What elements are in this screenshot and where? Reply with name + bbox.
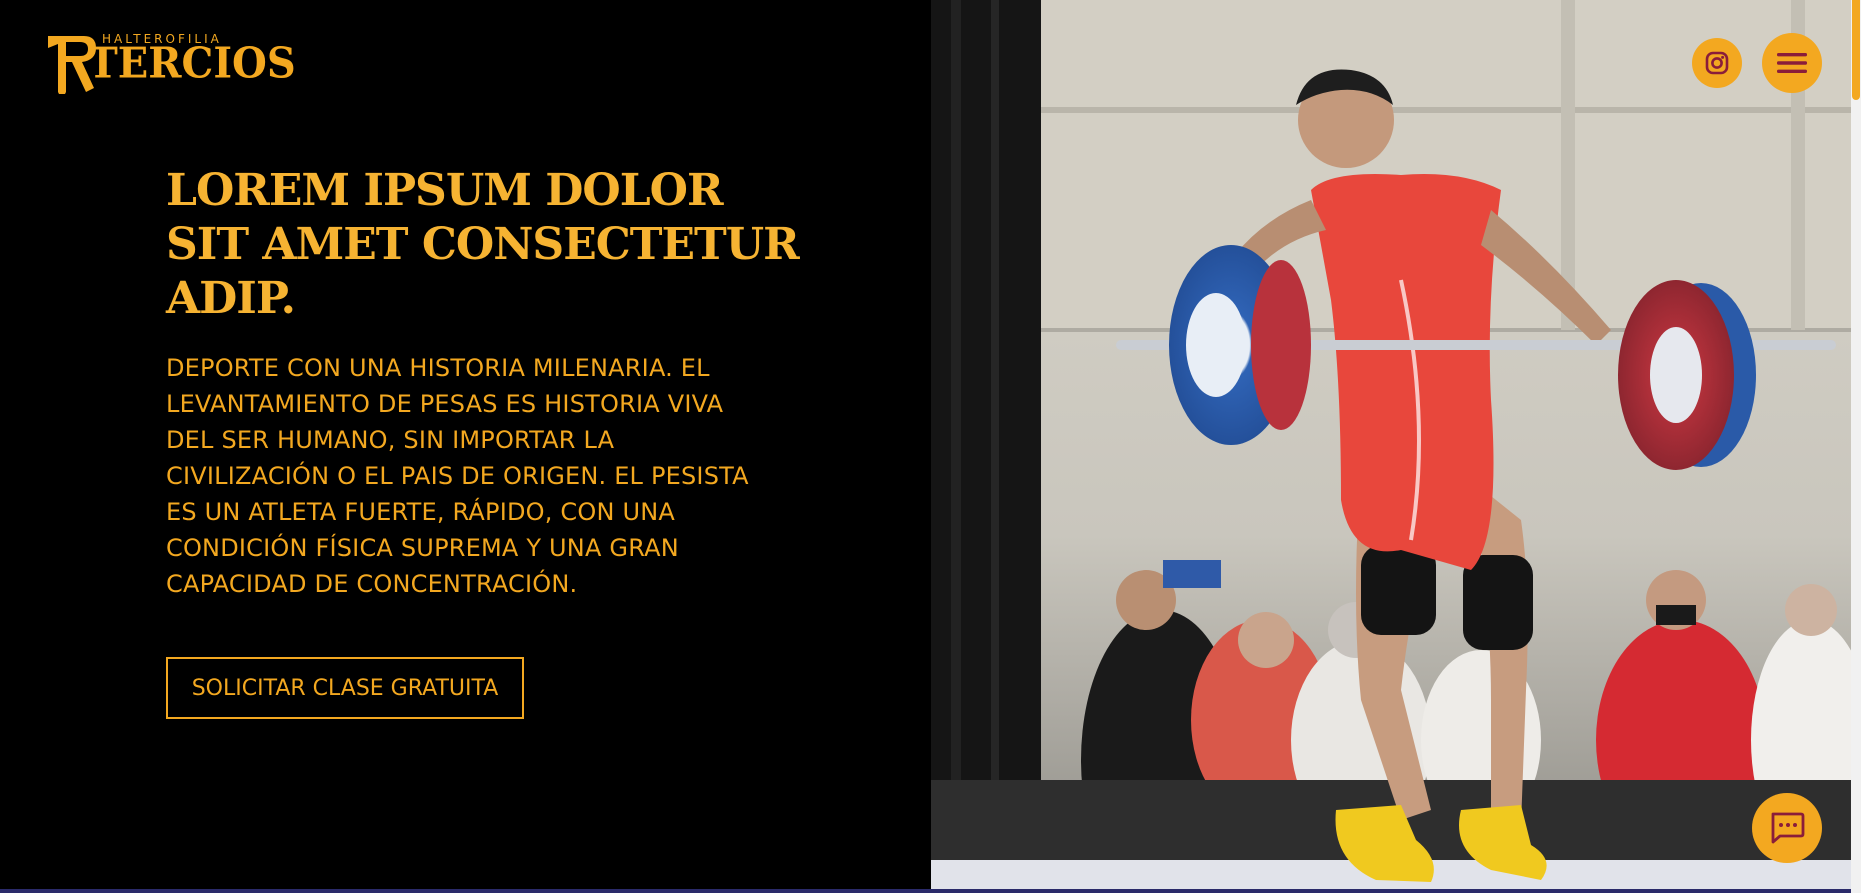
- scrollbar-thumb[interactable]: [1852, 0, 1860, 100]
- hero-description: DEPORTE CON UNA HISTORIA MILENARIA. EL L…: [166, 354, 749, 598]
- hero-text-panel: HALTEROFILIA TERCIOS LOREM IPSUM DOLOR S…: [0, 0, 931, 893]
- chat-button[interactable]: [1752, 793, 1822, 863]
- weightlifter-image: [931, 0, 1851, 893]
- page-scrollbar[interactable]: [1851, 0, 1861, 893]
- menu-button[interactable]: [1762, 33, 1822, 93]
- instagram-icon: [1705, 51, 1729, 75]
- instagram-button[interactable]: [1692, 38, 1742, 88]
- hero-photo: [931, 0, 1851, 893]
- hero-headline: LOREM IPSUM DOLOR SIT AMET CONSECTETUR A…: [166, 165, 800, 324]
- chat-bubble-icon: [1771, 812, 1805, 844]
- brand-logo[interactable]: HALTEROFILIA TERCIOS: [44, 30, 296, 94]
- free-class-button[interactable]: SOLICITAR CLASE GRATUITA: [166, 657, 524, 719]
- logo-title: TERCIOS: [88, 38, 296, 89]
- hamburger-menu-icon: [1777, 53, 1807, 73]
- bottom-divider: [0, 889, 1851, 893]
